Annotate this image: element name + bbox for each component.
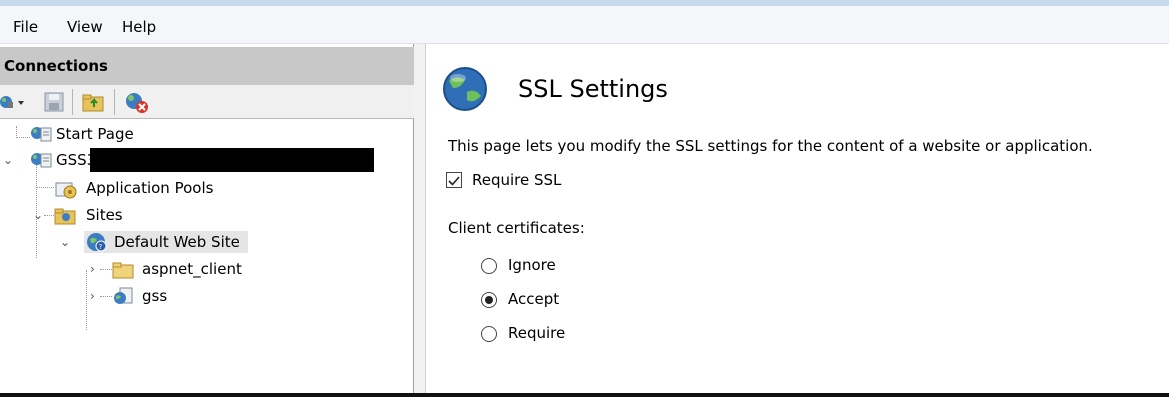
tree-label: aspnet_client	[142, 260, 242, 278]
ssl-globe-icon	[441, 66, 491, 116]
page-title: SSL Settings	[518, 75, 668, 103]
tree-label: Application Pools	[86, 179, 214, 197]
tree-line	[16, 137, 30, 138]
svg-text:?: ?	[99, 243, 103, 251]
up-folder-icon[interactable]	[82, 92, 106, 116]
tree-label: Default Web Site	[114, 233, 240, 251]
tree-label: gss	[142, 287, 168, 305]
radio-require-label[interactable]: Require	[508, 323, 565, 343]
tree-line	[36, 187, 54, 188]
toolbar-separator	[72, 89, 73, 115]
redaction-bar	[90, 148, 374, 172]
bottom-border	[0, 393, 1169, 397]
chevron-down-icon[interactable]: ⌄	[3, 153, 13, 167]
radio-accept-label[interactable]: Accept	[508, 289, 559, 309]
chevron-down-icon[interactable]: ⌄	[33, 208, 43, 222]
connections-panel: Connections Start Page ⌄ GSS3 Applicatio…	[0, 44, 416, 393]
menu-bar: File View Help	[0, 6, 1169, 44]
tree-node-app-pools[interactable]: Application Pools	[54, 177, 254, 199]
menu-view[interactable]: View	[67, 18, 103, 36]
tree-node-start-page[interactable]: Start Page	[30, 123, 230, 145]
connect-icon[interactable]	[0, 92, 28, 116]
tree-node-default-web-site[interactable]: ? Default Web Site	[84, 231, 248, 253]
radio-ignore[interactable]	[481, 258, 497, 274]
sites-folder-icon	[54, 206, 78, 232]
require-ssl-label[interactable]: Require SSL	[472, 170, 561, 190]
web-app-icon	[112, 286, 136, 312]
radio-accept[interactable]	[481, 292, 497, 308]
tree-label: Sites	[86, 206, 123, 224]
app-pools-icon	[54, 179, 78, 205]
website-globe-icon: ?	[86, 232, 108, 258]
tree-node-sites[interactable]: Sites	[54, 204, 174, 226]
radio-require[interactable]	[481, 326, 497, 342]
start-page-icon	[30, 125, 52, 149]
menu-file[interactable]: File	[13, 18, 38, 36]
folder-icon	[112, 260, 136, 286]
tree-line	[100, 296, 112, 297]
tree-node-server[interactable]: GSS3	[30, 149, 96, 171]
server-icon	[30, 151, 52, 175]
tree-label: Start Page	[56, 125, 134, 143]
tree-line	[100, 269, 112, 270]
save-icon[interactable]	[44, 92, 64, 116]
require-ssl-checkbox[interactable]	[446, 172, 462, 188]
tree-line	[86, 270, 87, 330]
menu-help[interactable]: Help	[122, 18, 156, 36]
tree-line	[16, 126, 17, 138]
connections-header: Connections	[0, 47, 416, 85]
disconnect-icon[interactable]	[124, 92, 150, 118]
client-certificates-label: Client certificates:	[448, 219, 585, 237]
chevron-right-icon[interactable]: ›	[90, 262, 95, 276]
checkmark-icon	[448, 176, 460, 186]
chevron-right-icon[interactable]: ›	[90, 289, 95, 303]
toolbar-separator	[114, 89, 115, 115]
radio-ignore-label[interactable]: Ignore	[508, 255, 556, 275]
tree-node-gss[interactable]: gss	[112, 285, 192, 307]
chevron-down-icon[interactable]: ⌄	[60, 235, 70, 249]
connections-toolbar	[0, 85, 416, 119]
tree-node-aspnet-client[interactable]: aspnet_client	[112, 258, 262, 280]
page-description: This page lets you modify the SSL settin…	[448, 137, 1093, 155]
tree-line	[44, 215, 54, 216]
panel-splitter[interactable]	[414, 44, 426, 393]
